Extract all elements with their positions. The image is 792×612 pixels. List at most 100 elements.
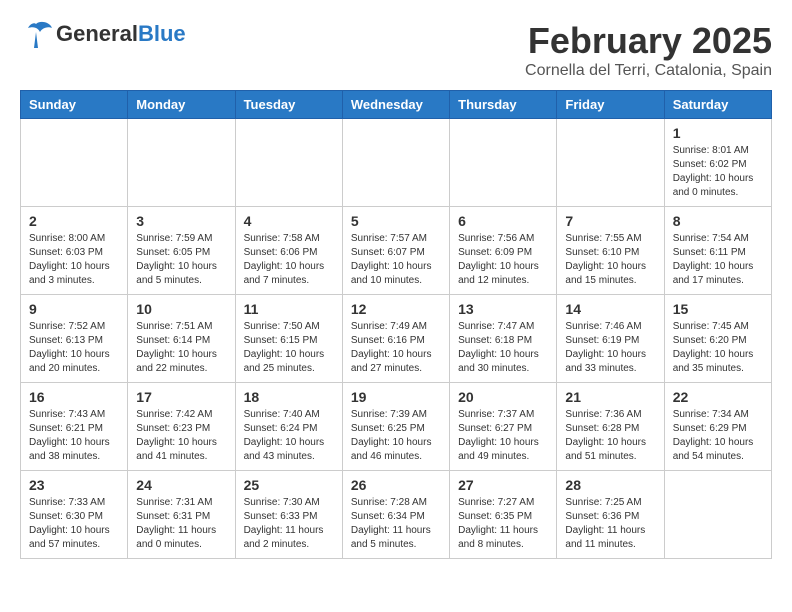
day-info: Sunrise: 7:30 AM Sunset: 6:33 PM Dayligh… [244,496,334,552]
table-row: 23 Sunrise: 7:33 AM Sunset: 6:30 PM Dayli… [21,471,128,559]
day-number: 18 [244,389,334,405]
table-row: 16 Sunrise: 7:43 AM Sunset: 6:21 PM Dayli… [21,383,128,471]
day-info: Sunrise: 7:45 AM Sunset: 6:20 PM Dayligh… [673,320,763,376]
table-row: 26 Sunrise: 7:28 AM Sunset: 6:34 PM Dayli… [342,471,449,559]
table-row: 2 Sunrise: 8:00 AM Sunset: 6:03 PM Daylig… [21,207,128,295]
day-info: Sunrise: 7:33 AM Sunset: 6:30 PM Dayligh… [29,496,119,552]
day-number: 19 [351,389,441,405]
table-row [235,119,342,207]
header-saturday: Saturday [664,91,771,119]
day-number: 9 [29,301,119,317]
calendar-header-row: Sunday Monday Tuesday Wednesday Thursday… [21,91,772,119]
day-number: 24 [136,477,226,493]
header-sunday: Sunday [21,91,128,119]
header-wednesday: Wednesday [342,91,449,119]
day-info: Sunrise: 7:56 AM Sunset: 6:09 PM Dayligh… [458,232,548,288]
table-row [557,119,664,207]
header-thursday: Thursday [450,91,557,119]
day-info: Sunrise: 7:34 AM Sunset: 6:29 PM Dayligh… [673,408,763,464]
day-info: Sunrise: 7:51 AM Sunset: 6:14 PM Dayligh… [136,320,226,376]
table-row: 18 Sunrise: 7:40 AM Sunset: 6:24 PM Dayli… [235,383,342,471]
day-number: 3 [136,213,226,229]
table-row: 17Sunrise: 7:42 AM Sunset: 6:23 PM Dayli… [128,383,235,471]
table-row: 13 Sunrise: 7:47 AM Sunset: 6:18 PM Dayli… [450,295,557,383]
day-info: Sunrise: 7:52 AM Sunset: 6:13 PM Dayligh… [29,320,119,376]
day-info: Sunrise: 7:39 AM Sunset: 6:25 PM Dayligh… [351,408,441,464]
logo-text: GeneralBlue [56,23,186,45]
header-monday: Monday [128,91,235,119]
day-info: Sunrise: 7:28 AM Sunset: 6:34 PM Dayligh… [351,496,441,552]
day-info: Sunrise: 7:37 AM Sunset: 6:27 PM Dayligh… [458,408,548,464]
table-row: 21Sunrise: 7:36 AM Sunset: 6:28 PM Dayli… [557,383,664,471]
day-info: Sunrise: 8:01 AM Sunset: 6:02 PM Dayligh… [673,144,763,200]
table-row: 14Sunrise: 7:46 AM Sunset: 6:19 PM Dayli… [557,295,664,383]
day-number: 11 [244,301,334,317]
table-row [342,119,449,207]
table-row: 22 Sunrise: 7:34 AM Sunset: 6:29 PM Dayli… [664,383,771,471]
header-friday: Friday [557,91,664,119]
calendar-week-row: 23 Sunrise: 7:33 AM Sunset: 6:30 PM Dayli… [21,471,772,559]
table-row: 10 Sunrise: 7:51 AM Sunset: 6:14 PM Dayli… [128,295,235,383]
table-row [664,471,771,559]
calendar-week-row: 16 Sunrise: 7:43 AM Sunset: 6:21 PM Dayli… [21,383,772,471]
page-header: GeneralBlue February 2025 Cornella del T… [20,20,772,80]
table-row: 9 Sunrise: 7:52 AM Sunset: 6:13 PM Daylig… [21,295,128,383]
day-info: Sunrise: 7:25 AM Sunset: 6:36 PM Dayligh… [565,496,655,552]
location: Cornella del Terri, Catalonia, Spain [525,62,772,80]
day-number: 13 [458,301,548,317]
day-number: 15 [673,301,763,317]
calendar-week-row: 1 Sunrise: 8:01 AM Sunset: 6:02 PM Daylig… [21,119,772,207]
table-row: 27 Sunrise: 7:27 AM Sunset: 6:35 PM Dayli… [450,471,557,559]
day-info: Sunrise: 7:31 AM Sunset: 6:31 PM Dayligh… [136,496,226,552]
calendar-table: Sunday Monday Tuesday Wednesday Thursday… [20,90,772,559]
calendar-week-row: 9 Sunrise: 7:52 AM Sunset: 6:13 PM Daylig… [21,295,772,383]
day-number: 23 [29,477,119,493]
day-info: Sunrise: 7:59 AM Sunset: 6:05 PM Dayligh… [136,232,226,288]
table-row: 11 Sunrise: 7:50 AM Sunset: 6:15 PM Dayli… [235,295,342,383]
table-row: 5 Sunrise: 7:57 AM Sunset: 6:07 PM Daylig… [342,207,449,295]
day-info: Sunrise: 7:40 AM Sunset: 6:24 PM Dayligh… [244,408,334,464]
table-row: 6 Sunrise: 7:56 AM Sunset: 6:09 PM Daylig… [450,207,557,295]
table-row: 1 Sunrise: 8:01 AM Sunset: 6:02 PM Daylig… [664,119,771,207]
table-row: 3 Sunrise: 7:59 AM Sunset: 6:05 PM Daylig… [128,207,235,295]
table-row: 15 Sunrise: 7:45 AM Sunset: 6:20 PM Dayli… [664,295,771,383]
table-row [128,119,235,207]
table-row: 25 Sunrise: 7:30 AM Sunset: 6:33 PM Dayli… [235,471,342,559]
day-number: 27 [458,477,548,493]
day-info: Sunrise: 7:47 AM Sunset: 6:18 PM Dayligh… [458,320,548,376]
table-row: 19 Sunrise: 7:39 AM Sunset: 6:25 PM Dayli… [342,383,449,471]
table-row: 8Sunrise: 7:54 AM Sunset: 6:11 PM Daylig… [664,207,771,295]
title-section: February 2025 Cornella del Terri, Catalo… [525,20,772,80]
day-number: 17 [136,389,226,405]
day-number: 22 [673,389,763,405]
day-info: Sunrise: 7:49 AM Sunset: 6:16 PM Dayligh… [351,320,441,376]
day-info: Sunrise: 7:50 AM Sunset: 6:15 PM Dayligh… [244,320,334,376]
header-tuesday: Tuesday [235,91,342,119]
day-number: 26 [351,477,441,493]
table-row: 28Sunrise: 7:25 AM Sunset: 6:36 PM Dayli… [557,471,664,559]
day-number: 12 [351,301,441,317]
day-info: Sunrise: 7:57 AM Sunset: 6:07 PM Dayligh… [351,232,441,288]
table-row [450,119,557,207]
day-info: Sunrise: 7:27 AM Sunset: 6:35 PM Dayligh… [458,496,548,552]
day-number: 1 [673,125,763,141]
logo-bird-icon [20,20,52,48]
day-number: 25 [244,477,334,493]
day-number: 10 [136,301,226,317]
logo: GeneralBlue [20,20,186,48]
day-number: 8 [673,213,763,229]
table-row: 4Sunrise: 7:58 AM Sunset: 6:06 PM Daylig… [235,207,342,295]
day-info: Sunrise: 7:58 AM Sunset: 6:06 PM Dayligh… [244,232,334,288]
day-info: Sunrise: 8:00 AM Sunset: 6:03 PM Dayligh… [29,232,119,288]
day-number: 16 [29,389,119,405]
day-number: 5 [351,213,441,229]
table-row: 24 Sunrise: 7:31 AM Sunset: 6:31 PM Dayli… [128,471,235,559]
day-info: Sunrise: 7:36 AM Sunset: 6:28 PM Dayligh… [565,408,655,464]
day-info: Sunrise: 7:43 AM Sunset: 6:21 PM Dayligh… [29,408,119,464]
day-number: 20 [458,389,548,405]
table-row: 20 Sunrise: 7:37 AM Sunset: 6:27 PM Dayli… [450,383,557,471]
day-number: 2 [29,213,119,229]
day-number: 7 [565,213,655,229]
table-row [21,119,128,207]
day-number: 6 [458,213,548,229]
